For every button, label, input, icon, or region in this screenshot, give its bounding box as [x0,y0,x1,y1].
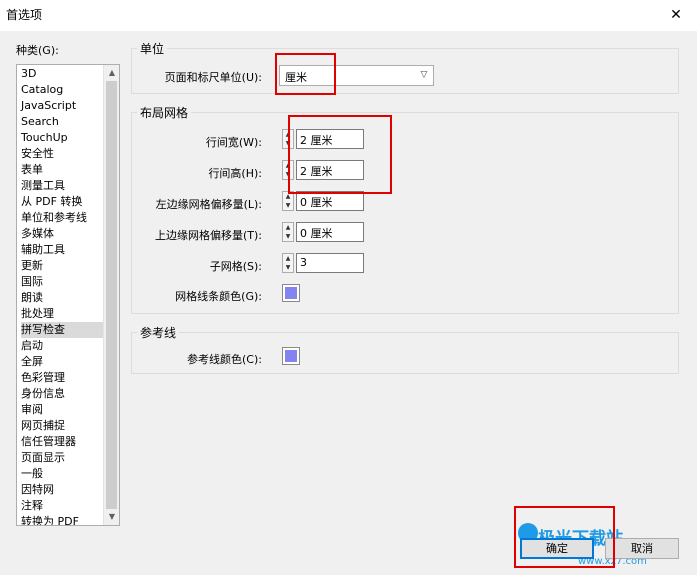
category-item[interactable]: 3D [21,66,105,82]
category-label: 种类(G): [16,44,59,57]
title-bar: 首选项 ✕ [0,0,697,31]
category-item[interactable]: 信任管理器 [21,434,105,450]
grid-color-label: 网格线条颜色(G): [175,290,262,303]
guide-color-swatch[interactable] [282,347,300,365]
grid-color-swatch[interactable] [282,284,300,302]
left-offset-field[interactable]: 0 厘米 [296,191,364,211]
left-offset-label: 左边缘网格偏移量(L): [155,198,262,211]
category-list[interactable]: 3D Catalog JavaScript Search TouchUp 安全性 表单 测量工… [16,64,120,526]
page-ruler-units-label: 页面和标尺单位(U): [164,71,262,84]
highlight-box [275,53,336,95]
category-item[interactable]: 注释 [21,498,105,514]
guide-color-label: 参考线颜色(C): [187,353,262,366]
category-item[interactable]: Search [21,114,105,130]
category-item[interactable]: 多媒体 [21,226,105,242]
category-scrollbar[interactable]: ▲ ▼ [103,65,119,525]
category-item[interactable]: 一般 [21,466,105,482]
grid-width-label: 行间宽(W): [205,136,262,149]
category-item[interactable]: 更新 [21,258,105,274]
category-item[interactable]: 安全性 [21,146,105,162]
close-icon[interactable]: ✕ [664,4,688,26]
top-offset-label: 上边缘网格偏移量(T): [154,229,262,242]
units-group-title: 单位 [137,40,168,57]
scroll-down-icon[interactable]: ▼ [104,509,119,525]
category-item[interactable]: 批处理 [21,306,105,322]
category-item[interactable]: 单位和参考线 [21,210,105,226]
category-item[interactable]: TouchUp [21,130,105,146]
category-items: 3D Catalog JavaScript Search TouchUp 安全性 表单 测量工… [21,66,105,525]
guides-group-title: 参考线 [137,324,180,341]
scroll-up-icon[interactable]: ▲ [104,65,119,81]
category-item[interactable]: 启动 [21,338,105,354]
category-item[interactable]: 朗读 [21,290,105,306]
category-item[interactable]: 色彩管理 [21,370,105,386]
grid-height-label: 行间高(H): [208,167,262,180]
highlight-box [288,115,392,194]
category-item[interactable]: 审阅 [21,402,105,418]
chevron-down-icon[interactable]: ▽ [415,66,433,85]
category-item[interactable]: 表单 [21,162,105,178]
cancel-button[interactable]: 取消 [605,538,679,559]
scroll-thumb[interactable] [106,81,117,509]
category-item[interactable]: 转换为 PDF [21,514,105,525]
category-item[interactable]: 从 PDF 转换 [21,194,105,210]
category-item[interactable]: 国际 [21,274,105,290]
highlight-box [514,506,615,568]
top-offset-spinner[interactable]: ▲ ▼ [282,222,294,242]
grid-group-title: 布局网格 [137,104,192,121]
window-title: 首选项 [6,8,43,22]
category-item[interactable]: 辅助工具 [21,242,105,258]
category-item[interactable]: Catalog [21,82,105,98]
category-item[interactable]: 网页捕捉 [21,418,105,434]
top-offset-field[interactable]: 0 厘米 [296,222,364,242]
subgrid-label: 子网格(S): [209,260,262,273]
subgrid-field[interactable]: 3 [296,253,364,273]
category-item[interactable]: 身份信息 [21,386,105,402]
subgrid-spinner[interactable]: ▲ ▼ [282,253,294,273]
category-item[interactable]: 页面显示 [21,450,105,466]
category-item[interactable]: 拼写检查 [21,322,105,338]
category-item[interactable]: 全屏 [21,354,105,370]
category-item[interactable]: JavaScript [21,98,105,114]
category-item[interactable]: 测量工具 [21,178,105,194]
left-offset-spinner[interactable]: ▲ ▼ [282,191,294,211]
category-item[interactable]: 因特网 [21,482,105,498]
